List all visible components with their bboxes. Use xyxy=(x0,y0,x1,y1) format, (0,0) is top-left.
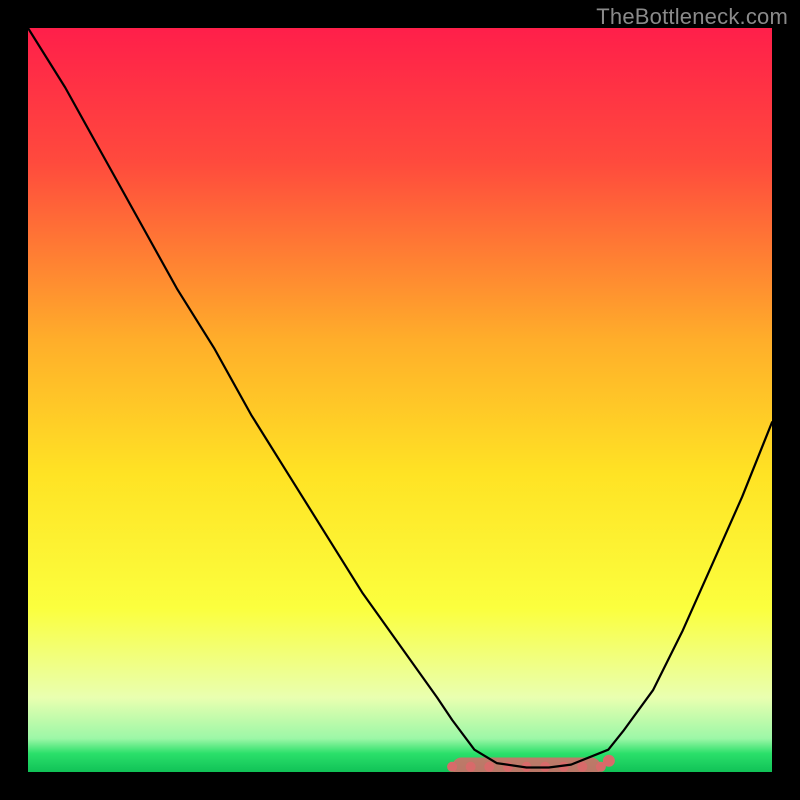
bottleneck-chart xyxy=(28,28,772,772)
watermark-text: TheBottleneck.com xyxy=(596,4,788,30)
chart-frame: TheBottleneck.com xyxy=(0,0,800,800)
gradient-background xyxy=(28,28,772,772)
